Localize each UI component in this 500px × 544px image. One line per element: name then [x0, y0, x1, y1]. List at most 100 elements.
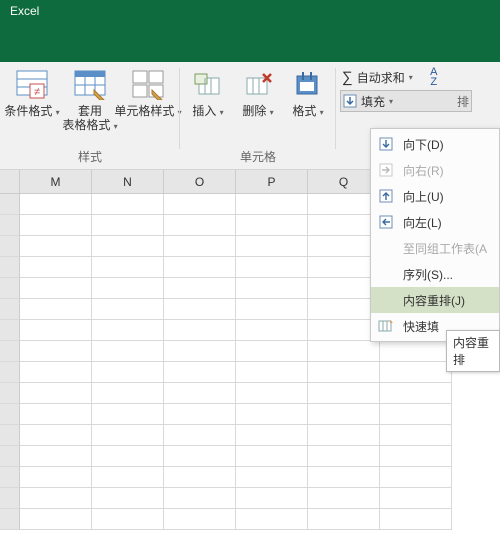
- cell[interactable]: [164, 278, 236, 299]
- cell[interactable]: [236, 341, 308, 362]
- cell[interactable]: [236, 236, 308, 257]
- table-format-button[interactable]: 套用 表格格式 ▾: [64, 66, 116, 136]
- cell[interactable]: [92, 236, 164, 257]
- cell[interactable]: [20, 467, 92, 488]
- row-header[interactable]: [0, 404, 20, 425]
- conditional-format-button[interactable]: ≠ 条件格式 ▾: [6, 66, 58, 136]
- cell[interactable]: [308, 362, 380, 383]
- cell[interactable]: [164, 509, 236, 530]
- delete-button[interactable]: 删除 ▾: [236, 66, 280, 122]
- cell[interactable]: [92, 404, 164, 425]
- cell[interactable]: [92, 320, 164, 341]
- row-header[interactable]: [0, 215, 20, 236]
- cell[interactable]: [308, 446, 380, 467]
- cell[interactable]: [92, 446, 164, 467]
- cell[interactable]: [164, 488, 236, 509]
- cell[interactable]: [164, 383, 236, 404]
- row-header[interactable]: [0, 257, 20, 278]
- cell[interactable]: [92, 341, 164, 362]
- row-header[interactable]: [0, 320, 20, 341]
- menu-item-justify[interactable]: 内容重排(J): [371, 287, 499, 313]
- menu-item-series[interactable]: 序列(S)...: [371, 261, 499, 287]
- corner-cell[interactable]: [0, 170, 20, 193]
- cell[interactable]: [164, 236, 236, 257]
- cell[interactable]: [164, 257, 236, 278]
- cell[interactable]: [236, 488, 308, 509]
- cell[interactable]: [164, 362, 236, 383]
- cell[interactable]: [92, 278, 164, 299]
- cell[interactable]: [308, 509, 380, 530]
- menu-item-fill-left[interactable]: 向左(L): [371, 209, 499, 235]
- row-header[interactable]: [0, 236, 20, 257]
- col-header[interactable]: M: [20, 170, 92, 193]
- cell[interactable]: [380, 425, 452, 446]
- cell[interactable]: [308, 425, 380, 446]
- cell[interactable]: [20, 194, 92, 215]
- cell[interactable]: [20, 383, 92, 404]
- cell[interactable]: [236, 446, 308, 467]
- cell[interactable]: [164, 341, 236, 362]
- cell[interactable]: [236, 194, 308, 215]
- cell[interactable]: [20, 320, 92, 341]
- cell[interactable]: [236, 509, 308, 530]
- cell[interactable]: [20, 362, 92, 383]
- cell[interactable]: [92, 488, 164, 509]
- cell[interactable]: [20, 446, 92, 467]
- cell[interactable]: [92, 215, 164, 236]
- cell[interactable]: [308, 488, 380, 509]
- col-header[interactable]: O: [164, 170, 236, 193]
- cell[interactable]: [236, 320, 308, 341]
- cell[interactable]: [236, 467, 308, 488]
- cell[interactable]: [236, 383, 308, 404]
- row-header[interactable]: [0, 383, 20, 404]
- row-header[interactable]: [0, 194, 20, 215]
- cell[interactable]: [92, 362, 164, 383]
- cell[interactable]: [20, 404, 92, 425]
- cell[interactable]: [236, 425, 308, 446]
- cell[interactable]: [20, 278, 92, 299]
- col-header[interactable]: P: [236, 170, 308, 193]
- cell[interactable]: [20, 299, 92, 320]
- cell[interactable]: [164, 320, 236, 341]
- row-header[interactable]: [0, 425, 20, 446]
- cell[interactable]: [236, 215, 308, 236]
- cell[interactable]: [92, 257, 164, 278]
- cell[interactable]: [20, 257, 92, 278]
- cell[interactable]: [236, 257, 308, 278]
- format-button[interactable]: 格式 ▾: [286, 66, 330, 122]
- col-header[interactable]: N: [92, 170, 164, 193]
- cell[interactable]: [308, 467, 380, 488]
- sort-filter-icon[interactable]: AZ: [423, 67, 445, 87]
- cell[interactable]: [20, 509, 92, 530]
- cell[interactable]: [92, 509, 164, 530]
- row-header[interactable]: [0, 467, 20, 488]
- cell[interactable]: [92, 425, 164, 446]
- cell[interactable]: [236, 299, 308, 320]
- cell[interactable]: [20, 425, 92, 446]
- cell[interactable]: [380, 488, 452, 509]
- cell[interactable]: [92, 299, 164, 320]
- row-header[interactable]: [0, 488, 20, 509]
- row-header[interactable]: [0, 362, 20, 383]
- cell[interactable]: [308, 383, 380, 404]
- cell[interactable]: [164, 299, 236, 320]
- cell[interactable]: [380, 509, 452, 530]
- cell[interactable]: [164, 446, 236, 467]
- cell[interactable]: [20, 236, 92, 257]
- cell[interactable]: [236, 362, 308, 383]
- menu-item-fill-down[interactable]: 向下(D): [371, 131, 499, 157]
- cell[interactable]: [380, 383, 452, 404]
- cell-styles-button[interactable]: 单元格样式 ▾: [122, 66, 174, 136]
- cell[interactable]: [164, 194, 236, 215]
- cell[interactable]: [236, 278, 308, 299]
- cell[interactable]: [380, 446, 452, 467]
- cell[interactable]: [380, 467, 452, 488]
- row-header[interactable]: [0, 299, 20, 320]
- autosum-button[interactable]: ∑ 自动求和 ▾ AZ: [340, 66, 472, 88]
- row-header[interactable]: [0, 509, 20, 530]
- cell[interactable]: [380, 362, 452, 383]
- cell[interactable]: [164, 404, 236, 425]
- cell[interactable]: [308, 341, 380, 362]
- cell[interactable]: [20, 341, 92, 362]
- cell[interactable]: [164, 425, 236, 446]
